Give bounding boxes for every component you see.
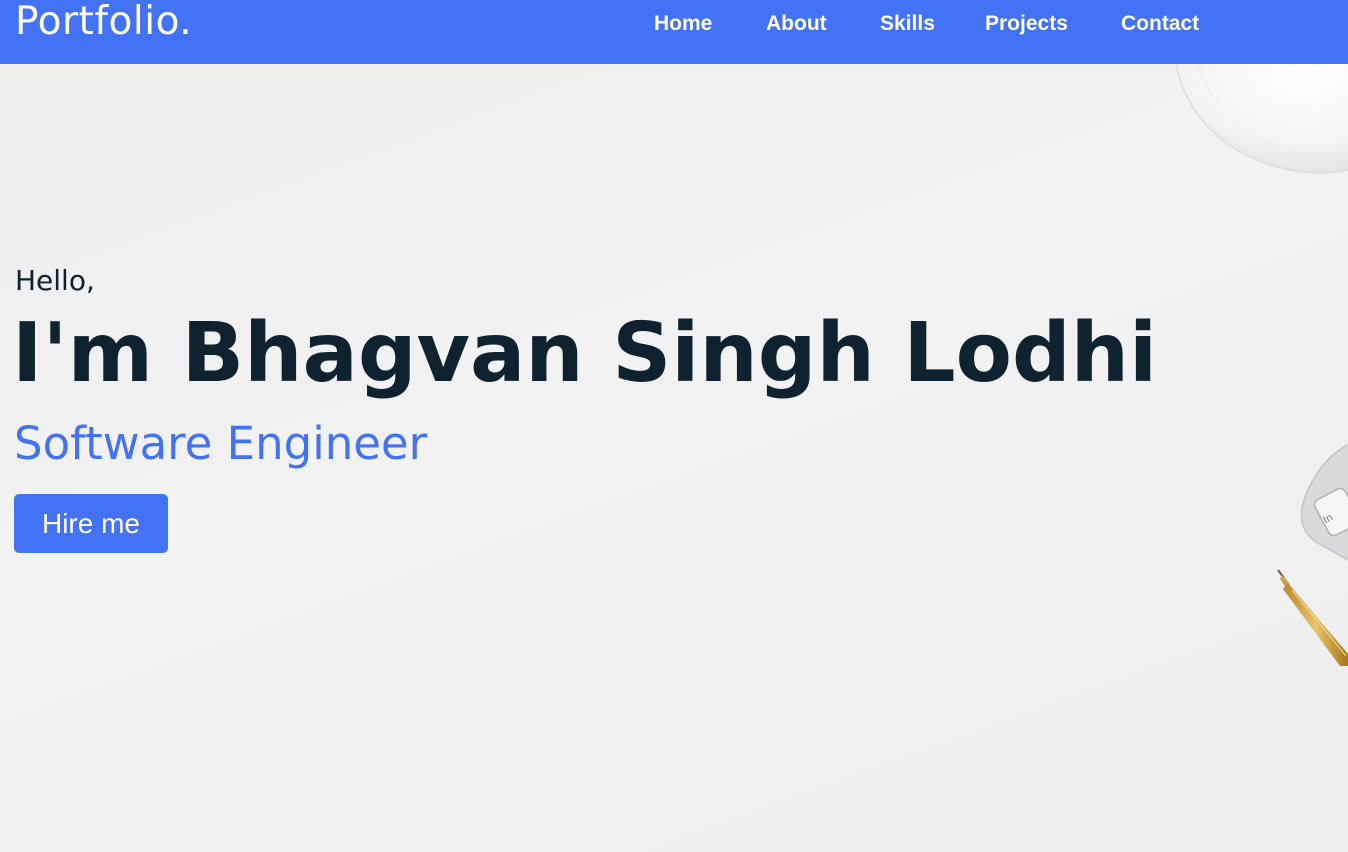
hero-role-subtitle: Software Engineer	[14, 417, 428, 470]
nav-home-link[interactable]: Home	[654, 10, 712, 38]
brand-logo[interactable]: Portfolio.	[15, 0, 192, 46]
nav-skills-link[interactable]: Skills	[880, 10, 935, 38]
nav-projects-link[interactable]: Projects	[985, 10, 1068, 38]
coffee-cup-decoration	[1175, 64, 1348, 174]
navbar: Portfolio. Home About Skills Projects Co…	[0, 0, 1348, 64]
pen-decoration	[1277, 569, 1348, 666]
hero-greeting: Hello,	[15, 264, 95, 297]
keyboard-decoration: In	[1300, 443, 1348, 561]
nav-contact-link[interactable]: Contact	[1121, 10, 1199, 38]
keyboard-key-label: In	[1322, 512, 1335, 526]
nav-about-link[interactable]: About	[766, 10, 827, 38]
hire-me-button[interactable]: Hire me	[14, 494, 168, 553]
hero-name-heading: I'm Bhagvan Singh Lodhi	[12, 306, 1158, 401]
